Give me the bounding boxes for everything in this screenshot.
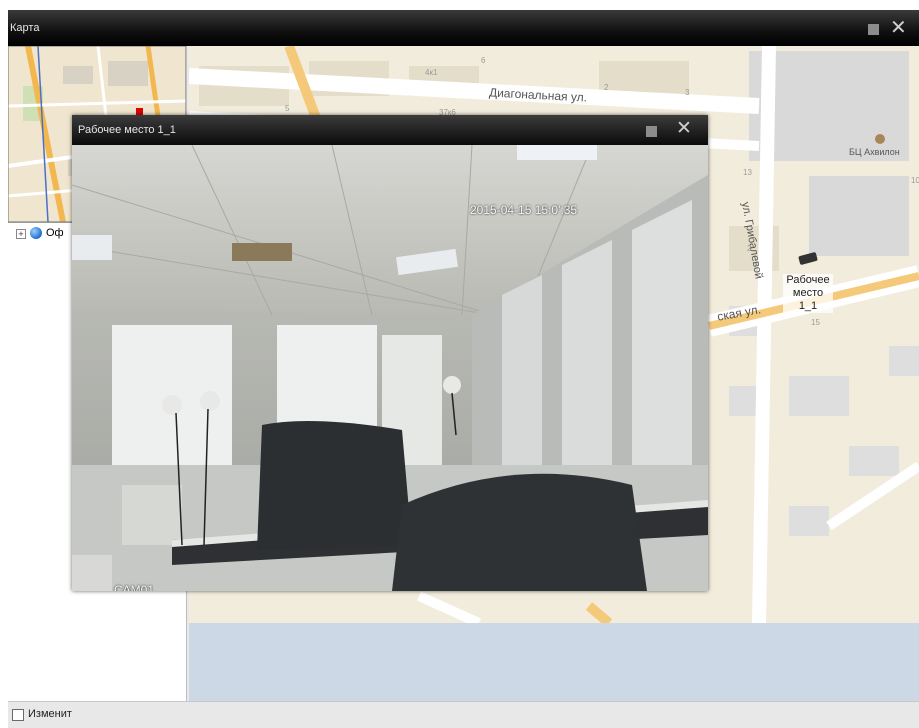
house-number: 6: [481, 56, 486, 65]
camera-marker-label-line2: место 1_1: [792, 287, 824, 312]
camera-marker-label-line1: Рабочее: [786, 274, 830, 286]
video-frame-drawing: [72, 145, 708, 591]
house-number: 2: [747, 244, 752, 253]
video-timestamp: 2015-04-15 15:0':35: [470, 203, 578, 217]
house-number: 3: [685, 88, 690, 97]
poi-icon: [875, 134, 885, 144]
camera-marker-label[interactable]: Рабочее место 1_1: [783, 274, 833, 313]
maximize-icon[interactable]: [646, 126, 657, 137]
status-bar: Изменит: [8, 701, 919, 728]
main-titlebar: Карта ✕: [8, 10, 919, 46]
camera-window-titlebar[interactable]: Рабочее место 1_1 ✕: [72, 115, 708, 145]
close-icon[interactable]: ✕: [890, 18, 907, 38]
edit-checkbox-label: Изменит: [28, 708, 72, 720]
tree-expand-icon[interactable]: +: [16, 229, 26, 239]
edit-checkbox[interactable]: [12, 709, 24, 721]
camera-window[interactable]: Рабочее место 1_1 ✕ 2015-04-15 15:0':35 …: [72, 115, 708, 591]
camera-name-overlay: CAM01: [114, 583, 155, 591]
main-window-title: Карта: [10, 22, 40, 34]
house-number: 10: [911, 176, 919, 185]
house-number: 5: [285, 104, 290, 113]
house-number: 4к1: [425, 68, 438, 77]
camera-video-feed: 2015-04-15 15:0':35 CAM01: [72, 145, 708, 591]
poi-label: БЦ Ахвилон: [849, 147, 900, 157]
camera-window-title: Рабочее место 1_1: [78, 124, 176, 136]
map-bottom-area: [189, 623, 919, 701]
globe-icon: [30, 227, 42, 239]
close-icon[interactable]: ✕: [676, 119, 692, 139]
house-number: 13: [743, 168, 752, 177]
tree-root-label: Оф: [46, 227, 64, 239]
maximize-icon[interactable]: [868, 24, 879, 35]
house-number: 15: [811, 318, 820, 327]
house-number: 2: [604, 83, 609, 92]
